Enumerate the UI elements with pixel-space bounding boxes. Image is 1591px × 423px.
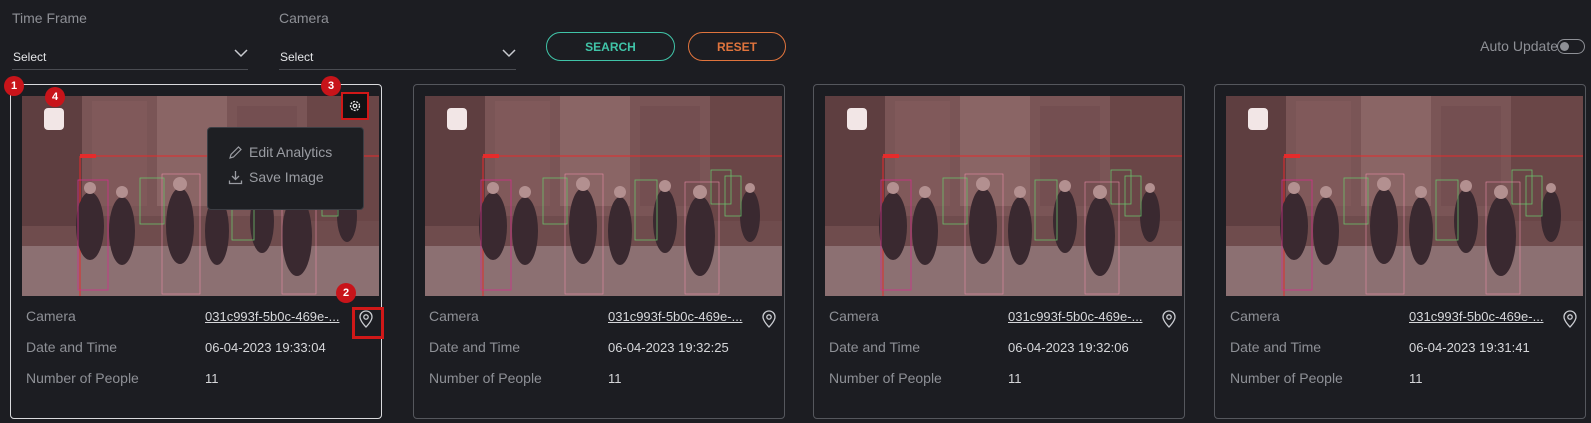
gear-button[interactable] bbox=[341, 92, 369, 120]
time-frame-value: Select bbox=[13, 50, 47, 64]
toggle-knob bbox=[1560, 42, 1569, 51]
download-icon bbox=[228, 171, 243, 185]
camera-frame-scene bbox=[825, 96, 1182, 296]
date-time-label: Date and Time bbox=[26, 339, 118, 355]
time-frame-select[interactable]: Select bbox=[12, 38, 248, 70]
date-time-value: 06-04-2023 19:31:41 bbox=[1409, 340, 1530, 355]
time-frame-filter: Time Frame Select bbox=[12, 10, 248, 70]
save-image-label: Save Image bbox=[249, 169, 324, 185]
pencil-icon bbox=[229, 146, 242, 159]
location-pin-icon[interactable] bbox=[1563, 310, 1577, 328]
location-pin-icon[interactable] bbox=[1162, 310, 1176, 328]
location-pin-icon[interactable] bbox=[762, 310, 776, 328]
date-time-label: Date and Time bbox=[829, 339, 921, 355]
date-time-label: Date and Time bbox=[1230, 339, 1322, 355]
date-time-value: 06-04-2023 19:32:06 bbox=[1008, 340, 1129, 355]
camera-id-link[interactable]: 031c993f-5b0c-469e-... bbox=[1008, 309, 1148, 324]
people-count-label: Number of People bbox=[829, 370, 942, 386]
people-count-value: 11 bbox=[1409, 371, 1423, 386]
annotation-marker-2: 2 bbox=[336, 283, 356, 303]
people-count-label: Number of People bbox=[26, 370, 139, 386]
search-button[interactable]: SEARCH bbox=[546, 32, 675, 61]
camera-frame-scene bbox=[425, 96, 782, 296]
camera-label: Camera bbox=[1230, 308, 1280, 324]
camera-label: Camera bbox=[829, 308, 879, 324]
chevron-down-icon bbox=[502, 49, 516, 58]
location-pin-highlight bbox=[352, 307, 384, 339]
camera-frame-scene bbox=[1226, 96, 1583, 296]
snapshot-card[interactable]: Camera 031c993f-5b0c-469e-... Date and T… bbox=[413, 84, 785, 419]
camera-id-link[interactable]: 031c993f-5b0c-469e-... bbox=[205, 309, 345, 324]
time-frame-label: Time Frame bbox=[12, 10, 87, 26]
camera-label: Camera bbox=[26, 308, 76, 324]
snapshot-card[interactable]: Camera 031c993f-5b0c-469e-... Date and T… bbox=[1214, 84, 1586, 419]
chevron-down-icon bbox=[234, 49, 248, 58]
edit-analytics-menu-item[interactable]: Edit Analytics bbox=[228, 144, 332, 160]
edit-analytics-label: Edit Analytics bbox=[249, 144, 333, 160]
camera-select-value: Select bbox=[280, 50, 314, 64]
people-count-label: Number of People bbox=[1230, 370, 1343, 386]
camera-id-link[interactable]: 031c993f-5b0c-469e-... bbox=[1409, 309, 1549, 324]
annotation-marker-3: 3 bbox=[321, 76, 341, 96]
date-time-value: 06-04-2023 19:32:25 bbox=[608, 340, 729, 355]
date-time-label: Date and Time bbox=[429, 339, 521, 355]
reset-button[interactable]: RESET bbox=[688, 32, 786, 61]
snapshot-card[interactable]: Camera 031c993f-5b0c-469e-... Date and T… bbox=[813, 84, 1185, 419]
gear-icon bbox=[349, 100, 361, 112]
auto-update-toggle[interactable] bbox=[1557, 39, 1585, 54]
save-image-menu-item[interactable]: Save Image bbox=[228, 169, 324, 185]
camera-filter: Camera Select bbox=[279, 10, 516, 70]
snapshot-image[interactable] bbox=[825, 96, 1182, 296]
people-count-label: Number of People bbox=[429, 370, 542, 386]
snapshot-image[interactable] bbox=[1226, 96, 1583, 296]
camera-id-link[interactable]: 031c993f-5b0c-469e-... bbox=[608, 309, 748, 324]
snapshot-image[interactable] bbox=[425, 96, 782, 296]
people-count-value: 11 bbox=[205, 371, 219, 386]
annotation-marker-1: 1 bbox=[4, 76, 24, 96]
people-count-value: 11 bbox=[608, 371, 622, 386]
auto-update-label: Auto Update bbox=[1480, 38, 1558, 54]
date-time-value: 06-04-2023 19:33:04 bbox=[205, 340, 326, 355]
annotation-marker-4: 4 bbox=[45, 87, 65, 107]
camera-select[interactable]: Select bbox=[279, 38, 516, 70]
camera-filter-label: Camera bbox=[279, 10, 329, 26]
people-count-value: 11 bbox=[1008, 371, 1022, 386]
context-menu: Edit Analytics Save Image bbox=[207, 127, 364, 210]
camera-label: Camera bbox=[429, 308, 479, 324]
snapshot-card[interactable]: Edit Analytics Save Image Camera 031c993… bbox=[10, 84, 384, 419]
